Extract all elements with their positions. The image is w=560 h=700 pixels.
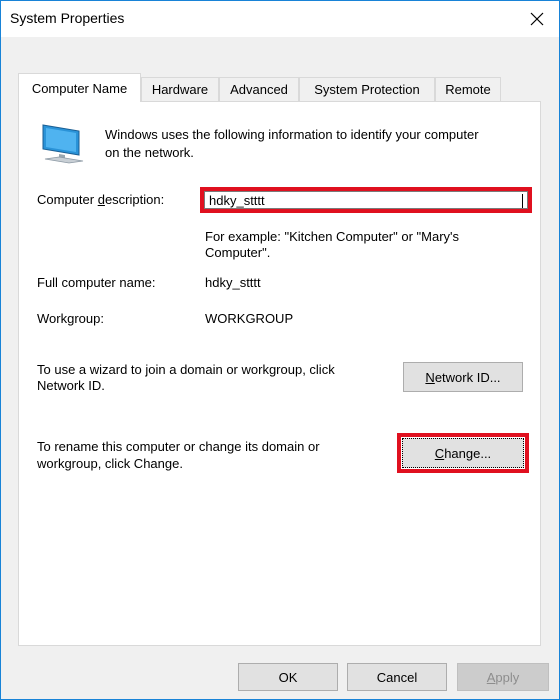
- computer-icon: [42, 124, 84, 164]
- button-label-rest: etwork ID...: [434, 369, 501, 385]
- title-bar: System Properties: [1, 1, 559, 37]
- apply-button[interactable]: Apply: [457, 663, 549, 691]
- button-label: Apply: [487, 670, 520, 685]
- button-label: OK: [278, 669, 298, 685]
- intro-text-line2: on the network.: [105, 145, 194, 160]
- close-icon: [530, 12, 544, 26]
- computer-description-highlight: [200, 187, 532, 213]
- tab-advanced[interactable]: Advanced: [219, 77, 299, 101]
- join-text-line2: Network ID.: [37, 378, 105, 393]
- tab-label: System Protection: [314, 82, 420, 97]
- button-accelerator: C: [434, 445, 445, 461]
- close-button[interactable]: [515, 1, 559, 37]
- tab-label: Remote: [445, 82, 491, 97]
- network-id-button[interactable]: Network ID...: [403, 362, 523, 392]
- workgroup-label: Workgroup:: [37, 311, 104, 326]
- button-label-rest: hange...: [444, 445, 492, 461]
- tab-remote[interactable]: Remote: [435, 77, 501, 101]
- label-part: escription:: [104, 192, 165, 207]
- computer-description-label: Computer description:: [37, 192, 164, 208]
- intro-text-line1: Windows uses the following information t…: [105, 127, 479, 142]
- text-cursor: [522, 194, 523, 208]
- tab-label: Hardware: [151, 82, 209, 97]
- label-accelerator: d: [97, 192, 105, 207]
- window-title: System Properties: [10, 10, 125, 26]
- tab-label: Advanced: [230, 82, 288, 97]
- button-accelerator: N: [425, 369, 435, 385]
- label-part: Computer: [37, 192, 98, 207]
- example-text-line2: Computer".: [205, 245, 271, 260]
- tab-computer-name[interactable]: Computer Name: [18, 73, 141, 102]
- cancel-button[interactable]: Cancel: [347, 663, 447, 691]
- tab-hardware[interactable]: Hardware: [141, 77, 219, 101]
- rename-text-line2: workgroup, click Change.: [37, 456, 183, 471]
- tab-label: Computer Name: [31, 80, 128, 96]
- button-label-rest: pply: [495, 669, 520, 685]
- system-properties-window: System Properties Computer Name Hardware…: [0, 0, 560, 700]
- join-text-line1: To use a wizard to join a domain or work…: [37, 362, 335, 377]
- full-computer-name-label: Full computer name:: [37, 275, 156, 290]
- button-label: Network ID...: [425, 370, 500, 385]
- tab-system-protection[interactable]: System Protection: [299, 77, 435, 101]
- rename-text-line1: To rename this computer or change its do…: [37, 439, 320, 454]
- change-button[interactable]: Change...: [402, 438, 524, 468]
- workgroup-value: WORKGROUP: [205, 311, 294, 326]
- button-label: Cancel: [376, 669, 418, 685]
- example-text-line1: For example: "Kitchen Computer" or "Mary…: [205, 229, 460, 244]
- full-computer-name-value: hdky_stttt: [205, 275, 261, 290]
- computer-description-input[interactable]: [204, 191, 528, 209]
- ok-button[interactable]: OK: [238, 663, 338, 691]
- button-label: Change...: [435, 446, 491, 461]
